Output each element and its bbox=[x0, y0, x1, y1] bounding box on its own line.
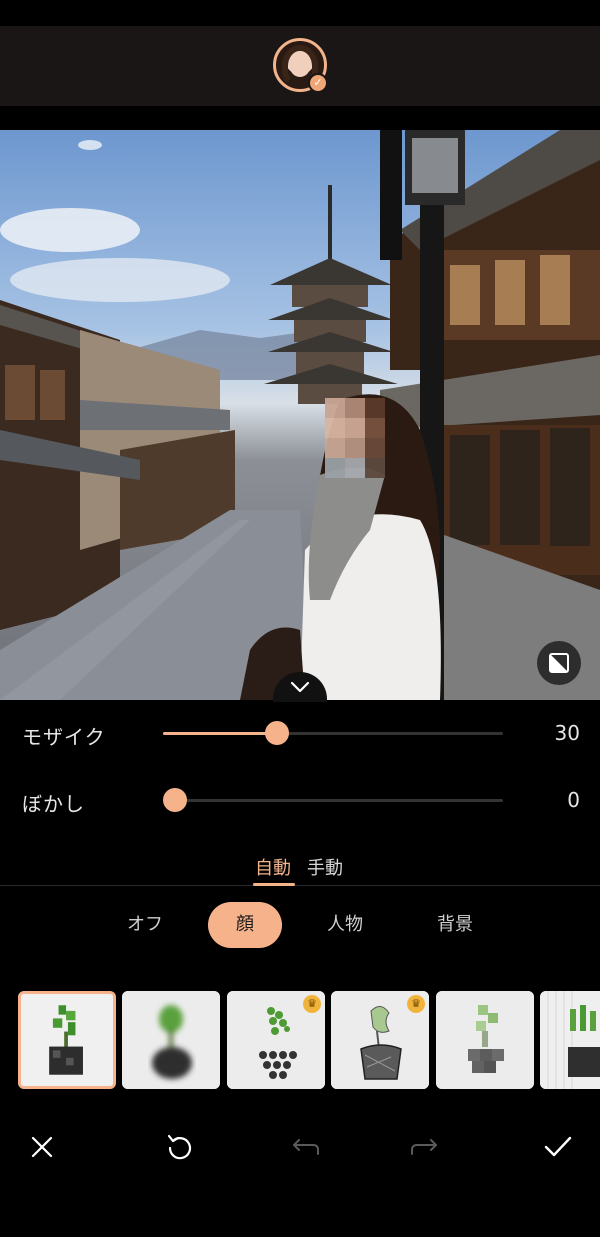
target-person[interactable]: 人物 bbox=[308, 902, 382, 948]
blur-value: 0 bbox=[567, 788, 580, 812]
avatar-face bbox=[289, 51, 311, 77]
blur-slider-knob[interactable] bbox=[163, 788, 187, 812]
mosaic-slider-fill bbox=[163, 732, 277, 735]
effect-sketch[interactable]: ♛ bbox=[331, 991, 429, 1089]
chevron-down-icon bbox=[290, 681, 310, 693]
target-face[interactable]: 顔 bbox=[208, 902, 282, 948]
undo-icon bbox=[293, 1139, 319, 1155]
effect-stripes[interactable] bbox=[540, 991, 600, 1089]
mode-tabs: 自動 手動 bbox=[0, 850, 600, 886]
confirm-button[interactable] bbox=[536, 1125, 580, 1169]
mosaic-label: モザイク bbox=[22, 725, 106, 749]
effect-hexagon[interactable] bbox=[436, 991, 534, 1089]
mosaic-slider[interactable] bbox=[163, 721, 503, 745]
mosaic-face bbox=[325, 398, 385, 478]
avatar[interactable]: ✓ bbox=[273, 38, 328, 93]
compare-icon bbox=[549, 653, 569, 673]
bottom-toolbar bbox=[0, 1115, 600, 1175]
undo-button[interactable] bbox=[284, 1125, 328, 1169]
plant-hexagon-icon bbox=[436, 991, 534, 1089]
plant-pixel-icon bbox=[21, 994, 113, 1086]
close-button[interactable] bbox=[20, 1125, 64, 1169]
mosaic-slider-knob[interactable] bbox=[265, 721, 289, 745]
reset-button[interactable] bbox=[158, 1125, 202, 1169]
close-icon bbox=[31, 1136, 53, 1158]
effect-dots[interactable]: ♛ bbox=[227, 991, 325, 1089]
target-options: オフ 顔 人物 背景 bbox=[0, 902, 600, 948]
active-tab-indicator bbox=[253, 883, 295, 886]
effect-blur[interactable] bbox=[122, 991, 220, 1089]
effect-thumbnails: ♛ ♛ bbox=[0, 990, 600, 1090]
check-icon bbox=[544, 1136, 572, 1157]
plant-blur-icon bbox=[122, 991, 220, 1089]
blur-label: ぼかし bbox=[22, 792, 85, 816]
premium-crown-icon: ♛ bbox=[407, 995, 425, 1013]
plant-stripes-icon bbox=[540, 991, 600, 1089]
tab-manual[interactable]: 手動 bbox=[307, 854, 343, 880]
redo-button[interactable] bbox=[402, 1125, 446, 1169]
redo-icon bbox=[411, 1139, 437, 1155]
effect-original[interactable] bbox=[18, 991, 116, 1089]
target-off[interactable]: オフ bbox=[110, 902, 180, 948]
blur-slider-row: ぼかし 0 bbox=[0, 780, 600, 820]
top-bar: ✓ bbox=[0, 0, 600, 130]
photo-preview[interactable] bbox=[0, 130, 600, 700]
compare-button[interactable] bbox=[537, 641, 581, 685]
mosaic-slider-row: モザイク 30 bbox=[0, 713, 600, 753]
blur-slider[interactable] bbox=[163, 788, 503, 812]
verified-check-icon: ✓ bbox=[308, 73, 328, 93]
tab-auto[interactable]: 自動 bbox=[255, 854, 291, 880]
reset-icon bbox=[167, 1134, 192, 1160]
mosaic-value: 30 bbox=[554, 721, 580, 745]
target-background[interactable]: 背景 bbox=[418, 902, 492, 948]
premium-crown-icon: ♛ bbox=[303, 995, 321, 1013]
photo-scene bbox=[0, 130, 600, 700]
